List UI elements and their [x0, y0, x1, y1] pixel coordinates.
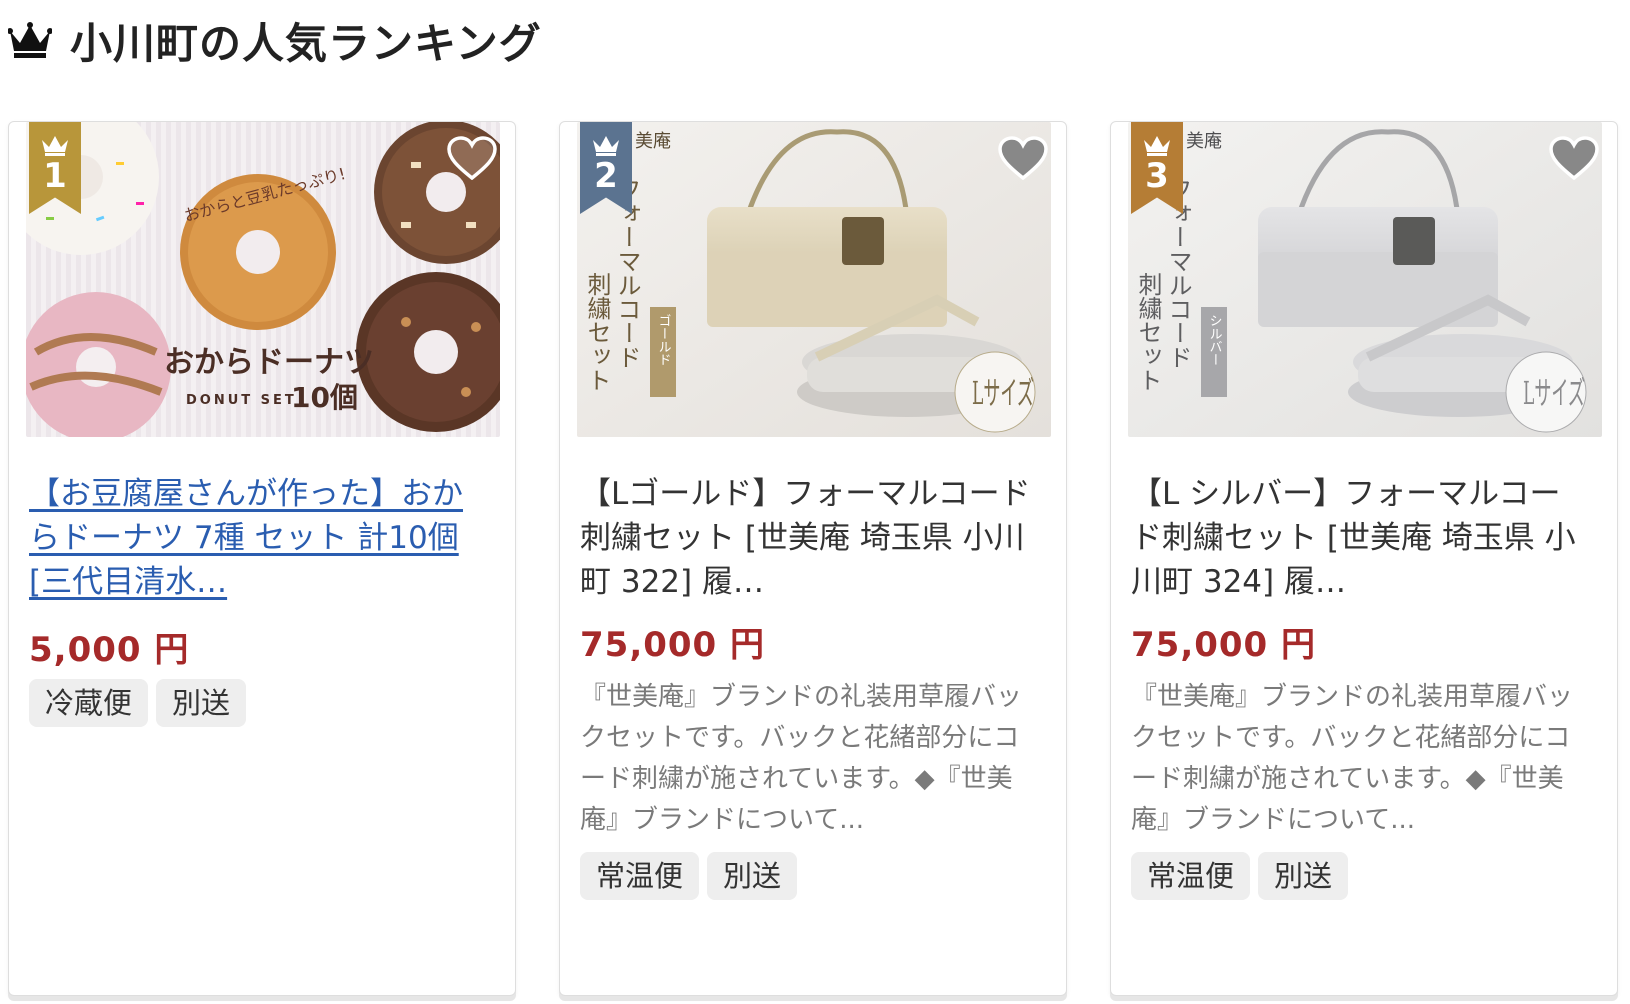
product-title[interactable]: 【お豆腐屋さんが作った】おからドーナツ 7種 セット 計10個 [三代目清水…	[29, 472, 489, 604]
tag-shipping: 常温便	[580, 852, 700, 900]
ranking-card-2[interactable]: Lサイズ 美庵 フォーマルコード 刺繍セット ゴールド 2 【Lゴールド】フォー…	[559, 121, 1067, 996]
product-image-silver-set[interactable]: Lサイズ 美庵 フォーマルコード 刺繍セット シルバー	[1128, 122, 1602, 437]
crown-icon	[593, 136, 619, 156]
product-image-gold-set[interactable]: Lサイズ 美庵 フォーマルコード 刺繍セット ゴールド	[577, 122, 1051, 437]
product-price: 75,000 円	[580, 625, 766, 665]
image-product-name: おからドーナツ	[164, 345, 374, 380]
product-title[interactable]: 【Lゴールド】フォーマルコード刺繍セット [世美庵 埼玉県 小川町 322] 履…	[580, 472, 1040, 604]
ranking-card-3[interactable]: Lサイズ 美庵 フォーマルコード 刺繍セット シルバー 3 【L シルバー】フォ…	[1110, 121, 1618, 996]
crown-icon	[1144, 136, 1170, 156]
product-description: 『世美庵』ブランドの礼装用草履バックセットです。バックと花緒部分にコード刺繍が施…	[1131, 682, 1574, 835]
tag-list: 常温便 別送	[1131, 852, 1349, 900]
product-image-donuts[interactable]: おからと豆乳たっぷり! おからドーナツ DONUT SET 10個	[26, 122, 500, 437]
favorite-heart-icon[interactable]	[998, 136, 1048, 180]
image-brand: 美庵	[635, 131, 671, 152]
image-variant: ゴールド	[656, 314, 671, 366]
tag-list: 常温便 別送	[580, 852, 798, 900]
product-title[interactable]: 【L シルバー】フォーマルコード刺繍セット [世美庵 埼玉県 小川町 324] …	[1131, 472, 1591, 604]
tag-separate: 別送	[707, 852, 798, 900]
image-brand: 美庵	[1186, 131, 1222, 152]
rank-number: 2	[594, 156, 618, 196]
image-line2: 刺繍セット	[583, 272, 611, 392]
ranking-card-1[interactable]: おからと豆乳たっぷり! おからドーナツ DONUT SET 10個 1 【お豆腐…	[8, 121, 516, 996]
tag-separate: 別送	[156, 679, 247, 727]
product-title-link[interactable]: 【お豆腐屋さんが作った】おからドーナツ 7種 セット 計10個 [三代目清水…	[29, 476, 463, 600]
tag-list: 冷蔵便 別送	[29, 679, 247, 727]
image-line2: 刺繍セット	[1134, 272, 1162, 392]
tag-shipping: 冷蔵便	[29, 679, 149, 727]
tag-shipping: 常温便	[1131, 852, 1251, 900]
image-set-label: DONUT SET	[186, 393, 297, 408]
product-price: 75,000 円	[1131, 625, 1317, 665]
favorite-heart-icon[interactable]	[447, 136, 497, 180]
crown-icon	[8, 22, 52, 58]
tag-separate: 別送	[1258, 852, 1349, 900]
rank-number: 3	[1145, 156, 1169, 196]
image-variant: シルバー	[1207, 314, 1223, 366]
image-size-label: Lサイズ	[1523, 374, 1585, 412]
page-title: 小川町の人気ランキング	[70, 18, 542, 68]
image-size-label: Lサイズ	[972, 374, 1034, 412]
ranking-header: 小川町の人気ランキング	[8, 10, 542, 70]
rank-number: 1	[43, 156, 67, 196]
product-description: 『世美庵』ブランドの礼装用草履バックセットです。バックと花緒部分にコード刺繍が施…	[580, 682, 1023, 835]
image-count-label: 10個	[291, 381, 358, 414]
crown-icon	[42, 136, 68, 156]
product-price: 5,000 円	[29, 630, 190, 670]
ranking-section: 小川町の人気ランキング おからと豆乳たっぷり! おからドーナツ DONUT SE…	[0, 0, 1630, 1004]
favorite-heart-icon[interactable]	[1549, 136, 1599, 180]
